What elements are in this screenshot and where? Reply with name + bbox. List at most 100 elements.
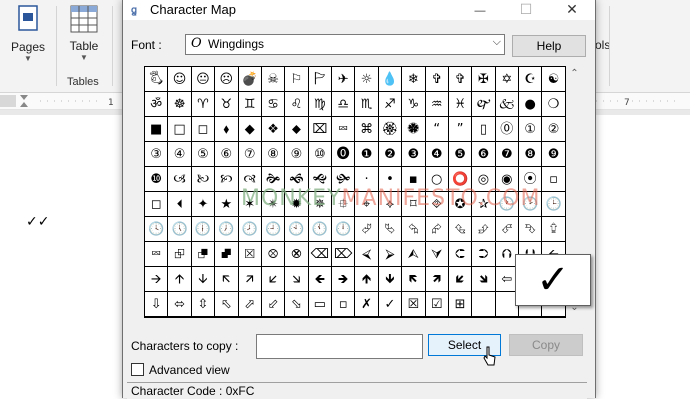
character-cell[interactable]: 🙰 — [472, 92, 496, 117]
character-cell[interactable]: ✞ — [448, 67, 473, 92]
character-cell[interactable]: 🡪 — [145, 267, 169, 292]
character-cell[interactable]: ⓿ — [332, 142, 356, 167]
character-cell[interactable]: ⮳ — [425, 217, 449, 242]
character-cell[interactable]: ” — [448, 117, 473, 142]
character-cell[interactable]: 🡯 — [261, 267, 286, 292]
character-cell[interactable]: 🡬 — [215, 267, 239, 292]
character-cell[interactable]: 🡺 — [332, 267, 356, 292]
pages-button[interactable]: Pages ▼ — [8, 4, 48, 66]
character-cell[interactable]: 🡻 — [378, 267, 403, 292]
character-cell[interactable]: ③ — [145, 142, 169, 167]
character-cell[interactable]: ॐ — [145, 92, 169, 117]
character-cell[interactable]: ⑦ — [238, 142, 262, 167]
character-cell[interactable]: 🖏 — [145, 67, 169, 92]
character-cell[interactable]: ♎ — [332, 92, 356, 117]
character-cell[interactable]: ☒ — [402, 292, 426, 317]
character-cell[interactable]: ✦ — [191, 192, 216, 217]
character-cell[interactable]: ⇳ — [191, 292, 216, 317]
character-cell[interactable]: ❍ — [542, 92, 566, 117]
character-cell[interactable]: ❺ — [448, 142, 473, 167]
help-button[interactable]: Help — [512, 35, 586, 57]
character-cell[interactable]: ⬀ — [238, 292, 262, 317]
character-cell[interactable]: ❼ — [495, 142, 519, 167]
character-cell[interactable]: 🏶 — [402, 117, 426, 142]
character-cell[interactable]: ⑨ — [285, 142, 309, 167]
character-cell[interactable]: ✡ — [495, 67, 519, 92]
character-cell[interactable]: ♋ — [261, 92, 286, 117]
character-cell[interactable]: 🕙 — [285, 217, 309, 242]
character-cell[interactable]: ♌ — [285, 92, 309, 117]
table-button[interactable]: Table ▼ — [64, 4, 104, 66]
character-cell[interactable]: ⮸ — [542, 217, 566, 242]
character-cell[interactable]: ⮛ — [425, 242, 449, 267]
character-cell[interactable]: ▫ — [542, 167, 566, 192]
character-cell[interactable]: 🞀 — [168, 192, 192, 217]
character-cell[interactable]: ⑩ — [308, 142, 332, 167]
character-cell[interactable]: 🕗 — [238, 217, 262, 242]
copy-button[interactable]: Copy — [509, 334, 583, 356]
character-cell[interactable]: 🙵 — [495, 92, 519, 117]
character-cell[interactable]: ⮿ — [285, 242, 309, 267]
character-cell[interactable]: ⌧ — [308, 117, 332, 142]
character-cell[interactable]: ⌘ — [355, 117, 379, 142]
character-cell[interactable]: ⬁ — [215, 292, 239, 317]
character-cell[interactable]: 🕚 — [308, 217, 332, 242]
character-cell[interactable]: 🏱 — [308, 67, 332, 92]
character-cell[interactable]: ⮾ — [261, 242, 286, 267]
character-cell[interactable]: ❶ — [355, 142, 379, 167]
character-cell[interactable]: ▫ — [332, 292, 356, 317]
character-cell[interactable]: 🕕 — [191, 217, 216, 242]
character-cell[interactable]: ⑤ — [191, 142, 216, 167]
font-dropdown[interactable]: O Wingdings ⌵ — [185, 34, 505, 55]
character-cell[interactable]: ⮘ — [355, 242, 379, 267]
character-cell[interactable]: ⮽ — [238, 242, 262, 267]
character-cell[interactable]: ♒ — [425, 92, 449, 117]
character-cell[interactable]: 🕛 — [332, 217, 356, 242]
character-cell[interactable]: ❾ — [542, 142, 566, 167]
character-cell[interactable]: ⬥ — [285, 117, 309, 142]
character-cell[interactable]: ⮱ — [378, 217, 403, 242]
character-cell[interactable]: ⬂ — [285, 292, 309, 317]
character-cell[interactable]: ☯ — [542, 67, 566, 92]
character-cell[interactable]: ⬧ — [215, 117, 239, 142]
character-cell[interactable]: ⑧ — [261, 142, 286, 167]
maximize-button[interactable]: ☐ — [503, 0, 549, 20]
character-cell[interactable]: ❹ — [425, 142, 449, 167]
character-cell[interactable]: ♏ — [355, 92, 379, 117]
character-cell[interactable]: ▭ — [308, 292, 332, 317]
character-cell[interactable]: ⮹ — [145, 242, 169, 267]
character-cell[interactable]: 🡮 — [285, 267, 309, 292]
character-cell[interactable]: 🡽 — [425, 267, 449, 292]
character-cell[interactable]: ⇩ — [145, 292, 169, 317]
character-cell[interactable]: 💧 — [378, 67, 403, 92]
character-cell[interactable]: ⮵ — [472, 217, 496, 242]
character-cell[interactable]: ☹ — [215, 67, 239, 92]
character-cell[interactable]: 🙢 — [168, 167, 192, 192]
character-cell[interactable]: ❻ — [472, 142, 496, 167]
character-cell[interactable]: ■ — [145, 117, 169, 142]
character-cell[interactable]: ⮶ — [495, 217, 519, 242]
character-cell[interactable]: ❷ — [378, 142, 403, 167]
character-cell[interactable]: ⮈ — [448, 242, 473, 267]
character-cell[interactable]: ⮺ — [168, 242, 192, 267]
character-cell[interactable]: ⌫ — [308, 242, 332, 267]
character-cell[interactable]: ☪ — [519, 67, 543, 92]
character-cell[interactable]: ⮚ — [378, 242, 403, 267]
character-cell[interactable]: ☑ — [425, 292, 449, 317]
character-cell[interactable]: ⮼ — [215, 242, 239, 267]
character-cell[interactable]: ✠ — [472, 67, 496, 92]
close-button[interactable]: ✕ — [549, 0, 595, 20]
character-cell[interactable]: □ — [168, 117, 192, 142]
character-cell[interactable]: ⮰ — [355, 217, 379, 242]
minimize-button[interactable]: — — [457, 0, 503, 20]
character-cell[interactable]: 🡸 — [308, 267, 332, 292]
character-cell[interactable]: ⚐ — [285, 67, 309, 92]
character-cell[interactable]: ♑ — [402, 92, 426, 117]
character-cell[interactable]: 🕖 — [215, 217, 239, 242]
character-cell[interactable]: ♊ — [238, 92, 262, 117]
character-cell[interactable]: 🡫 — [191, 267, 216, 292]
character-cell[interactable]: “ — [425, 117, 449, 142]
character-cell[interactable]: 🡾 — [472, 267, 496, 292]
character-cell[interactable]: ⓪ — [495, 117, 519, 142]
character-cell[interactable]: ✞ — [425, 67, 449, 92]
